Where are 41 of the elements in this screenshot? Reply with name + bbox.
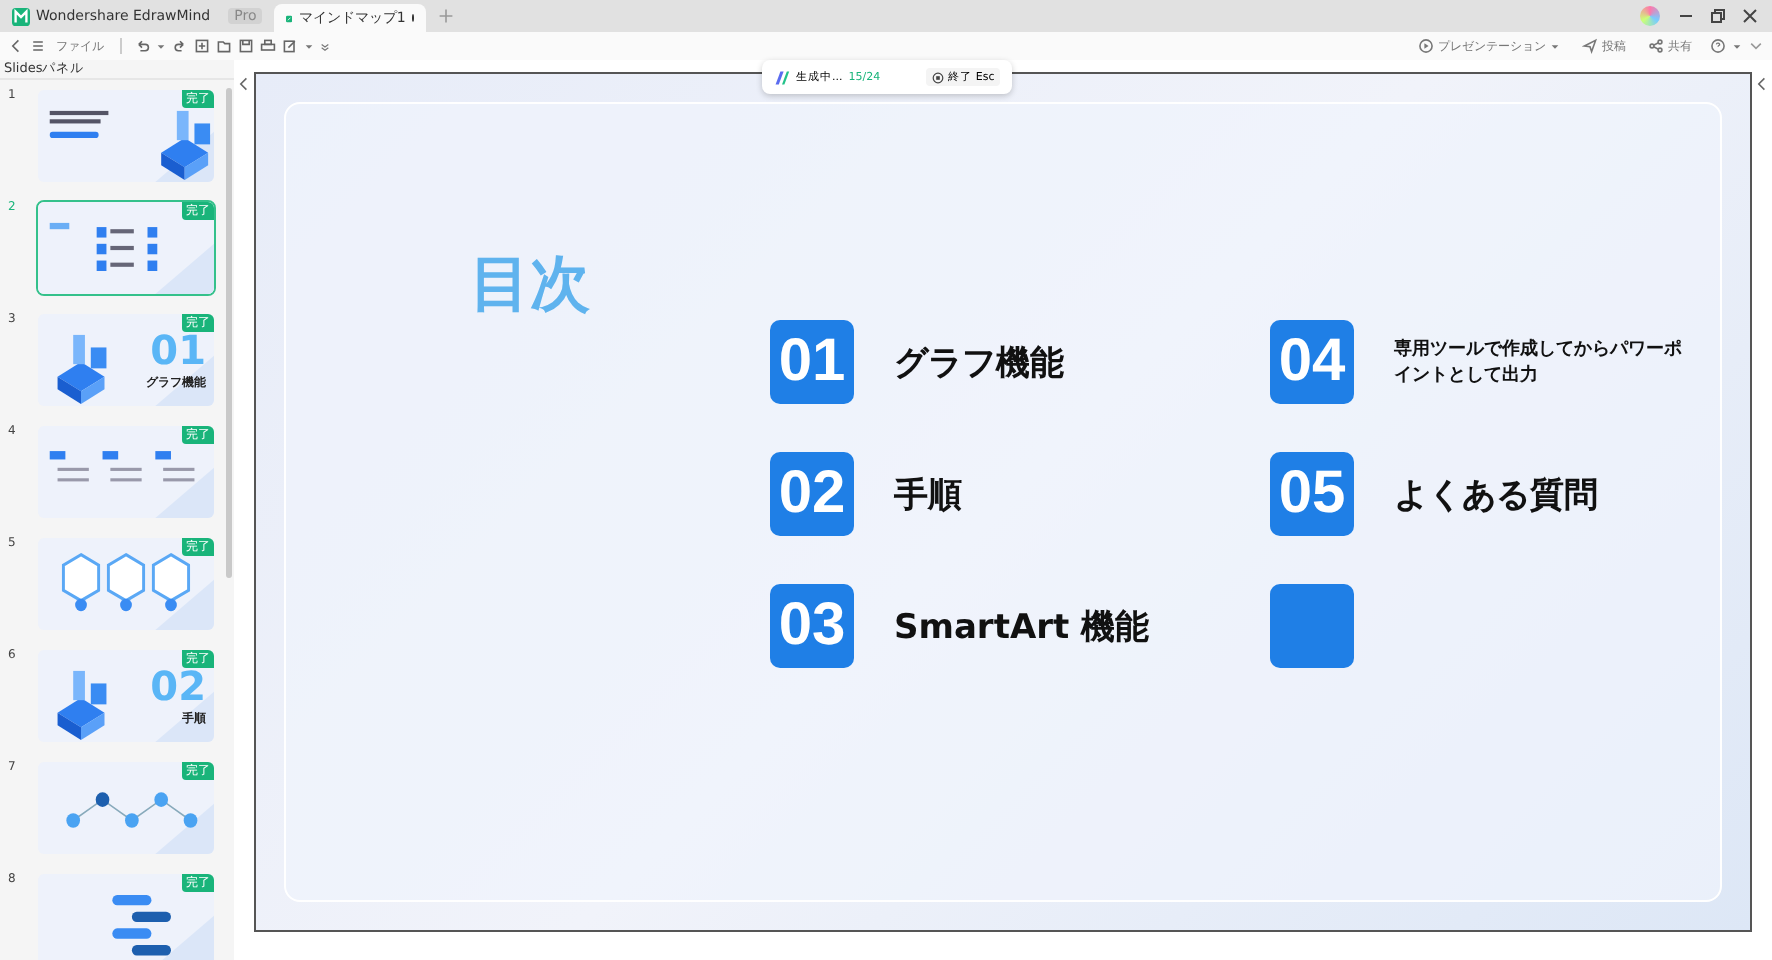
caret-icon[interactable] — [1732, 41, 1742, 51]
share-icon — [1648, 38, 1664, 54]
play-icon — [1418, 38, 1434, 54]
folder-icon[interactable] — [216, 38, 232, 54]
collapse-icon[interactable] — [1748, 38, 1764, 54]
section-number: 01 — [150, 330, 206, 370]
caret-icon[interactable] — [304, 41, 314, 51]
more-icon[interactable] — [320, 41, 330, 51]
expand-panel-icon[interactable] — [1754, 76, 1770, 92]
scrollbar[interactable] — [226, 88, 232, 578]
logo-icon — [774, 69, 790, 85]
export-icon[interactable] — [282, 38, 298, 54]
section-number: 02 — [150, 666, 206, 706]
undo-icon[interactable] — [134, 38, 150, 54]
back-icon[interactable] — [8, 38, 24, 54]
print-icon[interactable] — [260, 38, 276, 54]
add-icon[interactable] — [194, 38, 210, 54]
number-tile: 02 — [770, 452, 854, 536]
number-tile: 03 — [770, 584, 854, 668]
send-icon — [1582, 38, 1598, 54]
slide-title: 目次 — [470, 248, 590, 324]
blank-tile — [1270, 584, 1354, 668]
collapse-panel-icon[interactable] — [236, 76, 252, 92]
help-icon[interactable] — [1710, 38, 1726, 54]
entry-label: グラフ機能 — [894, 341, 1064, 385]
entry-label: 専用ツールで作成してからパワーポイントとして出力 — [1394, 336, 1684, 388]
app-logo-icon — [12, 7, 30, 25]
number-tile: 01 — [770, 320, 854, 404]
entry-label: 手順 — [894, 473, 962, 517]
caret-icon[interactable] — [156, 41, 166, 51]
stop-icon — [932, 71, 945, 83]
redo-icon[interactable] — [172, 38, 188, 54]
restore-icon[interactable] — [1708, 6, 1728, 26]
entry-label: SmartArt 機能 — [894, 605, 1150, 649]
caret-icon — [1550, 41, 1560, 51]
close-icon[interactable] — [1740, 6, 1760, 26]
menu-icon[interactable] — [30, 38, 46, 54]
number-tile: 05 — [1270, 452, 1354, 536]
entry-label: よくある質問 — [1394, 473, 1598, 517]
save-icon[interactable] — [238, 38, 254, 54]
number-tile: 04 — [1270, 320, 1354, 404]
